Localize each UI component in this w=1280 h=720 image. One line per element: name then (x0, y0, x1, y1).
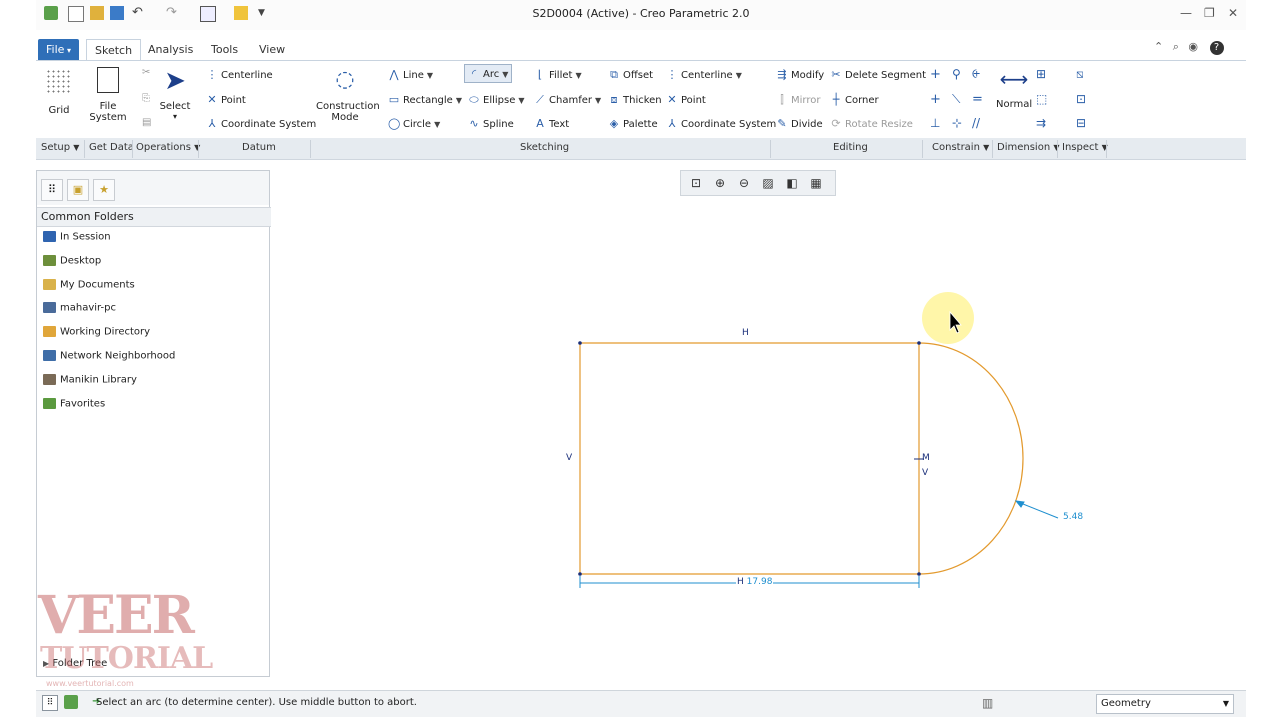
width-dimension-value[interactable]: H 17.98 (736, 577, 774, 587)
vertical-constraint-label[interactable]: V (566, 453, 572, 463)
radius-leader[interactable] (1017, 501, 1059, 519)
selection-filter-select[interactable]: Geometry ▼ (1096, 694, 1234, 714)
show-navigator-icon[interactable]: ⠿ (42, 695, 58, 711)
show-browser-icon[interactable] (64, 695, 78, 709)
vertex-markers (578, 341, 924, 576)
vertical-constraint-label[interactable]: V (922, 468, 928, 478)
status-bar: ⠿ ➜ Select an arc (to determine center).… (36, 690, 1246, 717)
arc-segment[interactable] (918, 342, 1024, 575)
midpoint-constraint-label[interactable]: M (922, 453, 930, 463)
selection-filter-icon[interactable]: ▥ (982, 696, 993, 710)
status-message: Select an arc (to determine center). Use… (96, 697, 417, 708)
dimensions (579, 500, 1059, 588)
sketch-geometry (579, 342, 1024, 575)
radius-dimension-value[interactable]: 5.48 (1063, 512, 1083, 522)
radius-arrow (1014, 500, 1025, 508)
sketch-canvas[interactable] (0, 0, 1280, 720)
horizontal-constraint-label[interactable]: H (742, 328, 749, 338)
cursor-highlight (922, 292, 974, 344)
